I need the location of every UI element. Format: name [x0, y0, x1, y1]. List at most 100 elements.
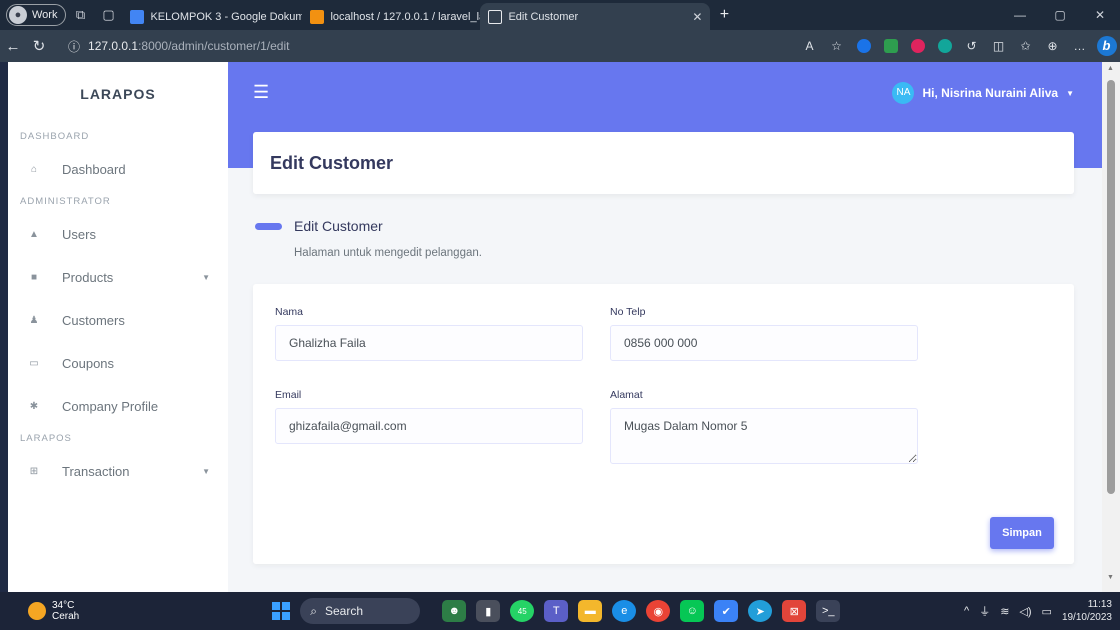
sidebar-item-company-profile[interactable]: ✱ Company Profile	[8, 385, 228, 428]
extension-red-icon[interactable]	[904, 39, 931, 54]
scrollbar-thumb[interactable]	[1107, 80, 1115, 494]
favorites-icon[interactable]: ✩	[1012, 39, 1039, 53]
close-tab-icon[interactable]: ✕	[692, 10, 702, 24]
sidebar-item-customers[interactable]: ♟ Customers	[8, 299, 228, 342]
whatsapp-app-icon[interactable]: 45	[510, 600, 535, 622]
split-screen-icon[interactable]: ◫	[985, 39, 1012, 53]
sidebar-item-products[interactable]: ■ Products ▼	[8, 256, 228, 299]
tab-actions-icon[interactable]: ▢	[94, 7, 122, 23]
line-app-icon[interactable]: ☺	[680, 600, 705, 622]
sidebar-item-dashboard[interactable]: ⌂ Dashboard	[8, 148, 228, 191]
weather-condition: Cerah	[52, 611, 80, 622]
sidebar-item-label: Users	[62, 227, 96, 242]
favorite-star-icon[interactable]: ☆	[823, 39, 850, 53]
section-title: Edit Customer	[255, 218, 383, 234]
scroll-up-icon[interactable]: ▲	[1107, 65, 1114, 72]
brand-logo[interactable]: LARAPOS	[8, 62, 228, 126]
profile-label: Work	[32, 9, 58, 21]
scroll-down-icon[interactable]: ▼	[1107, 574, 1114, 581]
collections-icon[interactable]: ⊕	[1039, 39, 1066, 53]
refresh-extension-icon[interactable]: ↺	[958, 39, 985, 53]
sidebar-item-label: Products	[62, 270, 114, 285]
info-icon[interactable]: ⓘ	[68, 38, 80, 55]
widgets-app-icon[interactable]: ☻	[442, 600, 467, 622]
wifi-icon[interactable]: ≋	[1000, 605, 1009, 618]
sidebar-item-label: Transaction	[62, 464, 130, 479]
alamat-textarea[interactable]: Mugas Dalam Nomor 5	[610, 408, 918, 464]
bing-copilot-icon[interactable]: b	[1093, 36, 1120, 56]
taskbar-search[interactable]: ⌕ Search	[300, 598, 421, 624]
tab-google-docs[interactable]: KELOMPOK 3 - Google Dokumen ✕	[122, 5, 302, 29]
page-scrollbar[interactable]: ▲ ▼	[1102, 62, 1120, 592]
close-window-icon[interactable]: ✕	[1080, 8, 1120, 22]
sidebar-item-transaction[interactable]: ⊞ Transaction ▼	[8, 450, 228, 493]
extension-green-icon[interactable]	[877, 39, 904, 54]
page-title: Edit Customer	[270, 152, 394, 173]
section-title-text: Edit Customer	[294, 218, 383, 234]
chevron-down-icon: ▼	[1066, 88, 1074, 98]
simpan-button[interactable]: Simpan	[990, 517, 1054, 549]
weather-widget[interactable]: 34°C Cerah	[28, 600, 79, 622]
sidebar-item-label: Dashboard	[62, 162, 126, 177]
usb-icon[interactable]: ⏚	[979, 603, 990, 619]
sidebar-section-larapos: LARAPOS	[20, 433, 72, 444]
sidebar-item-users[interactable]: ▲ Users	[8, 213, 228, 256]
file-explorer-icon[interactable]: ▬	[578, 600, 603, 622]
battery-icon[interactable]: ▭	[1042, 605, 1052, 618]
cart-icon: ⊞	[29, 466, 39, 477]
tab-edit-customer[interactable]: Edit Customer ✕	[480, 3, 711, 30]
system-clock[interactable]: 11:13 19/10/2023	[1062, 598, 1112, 624]
user-dropdown[interactable]: NA Hi, Nisrina Nuraini Aliva ▼	[892, 82, 1074, 104]
search-icon: ⌕	[310, 603, 317, 618]
sidebar-item-coupons[interactable]: ▭ Coupons	[8, 342, 228, 385]
telegram-app-icon[interactable]: ➤	[748, 600, 773, 622]
read-aloud-icon[interactable]: A	[796, 39, 823, 53]
docs-favicon-icon	[130, 10, 145, 24]
maximize-icon[interactable]: ▢	[1040, 8, 1080, 22]
sun-icon	[28, 602, 46, 620]
hamburger-menu-icon[interactable]: ☰	[253, 82, 269, 103]
gear-icon: ✱	[29, 401, 39, 412]
clock-time: 11:13	[1087, 599, 1112, 610]
section-accent-bar	[255, 222, 282, 230]
task-view-icon[interactable]: ▮	[476, 600, 501, 622]
email-label: Email	[275, 389, 302, 401]
new-tab-icon[interactable]: +	[710, 6, 738, 24]
email-input[interactable]	[275, 408, 583, 444]
phpmyadmin-favicon-icon	[310, 10, 325, 24]
no-telp-label: No Telp	[610, 306, 646, 318]
nama-input[interactable]	[275, 325, 583, 361]
vscode-app-icon[interactable]: ✔	[714, 600, 739, 622]
profile-button[interactable]: ● Work	[6, 4, 67, 26]
minimize-icon[interactable]: —	[1000, 8, 1040, 22]
sidebar-item-label: Coupons	[62, 356, 115, 371]
page-header: Edit Customer	[253, 132, 1074, 194]
extension-teal-icon[interactable]	[931, 39, 958, 54]
edge-app-icon[interactable]: e	[612, 600, 637, 622]
tab-title: localhost / 127.0.0.1 / laravel_lara	[330, 11, 481, 23]
terminal-app-icon[interactable]: >_	[816, 600, 841, 622]
sidebar-section-dashboard: DASHBOARD	[20, 131, 90, 142]
windows-start-icon[interactable]	[272, 602, 291, 620]
more-menu-icon[interactable]: …	[1066, 39, 1093, 53]
xampp-app-icon[interactable]: ⊠	[782, 600, 807, 622]
chrome-app-icon[interactable]: ◉	[646, 600, 671, 622]
tab-phpmyadmin[interactable]: localhost / 127.0.0.1 / laravel_lara ✕	[302, 5, 480, 29]
back-icon[interactable]: ←	[0, 38, 26, 55]
volume-icon[interactable]: ◁)	[1019, 605, 1031, 618]
alamat-label: Alamat	[610, 389, 643, 401]
avatar: NA	[892, 82, 915, 104]
sidebar-item-label: Company Profile	[62, 399, 159, 414]
sidebar-item-label: Customers	[62, 313, 125, 328]
chevron-up-icon[interactable]: ^	[964, 605, 969, 617]
home-icon: ⌂	[30, 164, 38, 175]
address-bar[interactable]: ⓘ 127.0.0.1:8000/admin/customer/1/edit	[58, 34, 678, 58]
search-label: Search	[324, 604, 364, 618]
extension-blue-icon[interactable]	[850, 39, 877, 54]
main-content: ☰ NA Hi, Nisrina Nuraini Aliva ▼ Edit Cu…	[228, 62, 1102, 592]
reload-icon[interactable]: ↻	[26, 37, 52, 55]
teams-app-icon[interactable]: T	[544, 600, 569, 622]
no-telp-input[interactable]	[610, 325, 918, 361]
user-greeting: Hi, Nisrina Nuraini Aliva	[922, 86, 1059, 100]
workspaces-icon[interactable]: ⧉	[66, 7, 94, 23]
